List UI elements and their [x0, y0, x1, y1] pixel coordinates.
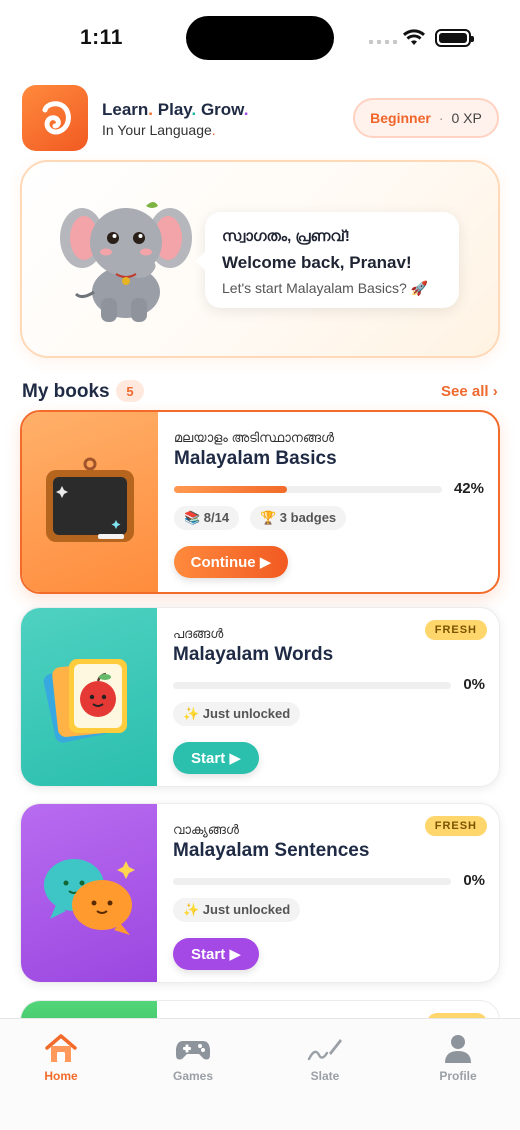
tab-games[interactable]: Games	[148, 1033, 238, 1103]
greeting-prompt: Let's start Malayalam Basics? 🚀	[222, 280, 429, 296]
lessons-chip: 📚 8/14	[174, 506, 240, 530]
xp-label: 0 XP	[451, 110, 482, 126]
badges-chip: 🏆 3 badges	[250, 506, 347, 530]
logo-glyph-icon	[42, 101, 71, 135]
speech-bubbles-icon	[44, 859, 135, 935]
greeting-english: Welcome back, Pranav!	[222, 253, 412, 272]
level-label: Beginner	[370, 110, 431, 126]
books-count-badge: 5	[116, 380, 144, 402]
book-card-malayalam-words[interactable]: FRESH പദങ്ങൾ Malayalam Words 0% ✨ Just u…	[20, 607, 500, 787]
welcome-card: സ്വാഗതം, പ്രണവ്! Welcome back, Pranav! L…	[20, 160, 500, 358]
book-progress-percent: 42%	[453, 480, 484, 497]
book-progress-percent: 0%	[463, 872, 485, 889]
battery-icon	[435, 29, 474, 47]
book-title: Malayalam Basics	[174, 448, 337, 469]
tab-label: Profile	[439, 1069, 477, 1083]
book-progress-track	[173, 682, 451, 689]
start-button[interactable]: Start ▶	[173, 742, 259, 774]
person-icon	[445, 1035, 471, 1063]
book-cover-words	[21, 608, 157, 786]
book-title: Malayalam Sentences	[173, 840, 370, 861]
see-all-link[interactable]: See all ›	[441, 383, 498, 400]
book-progress-track	[174, 486, 442, 493]
book-cover-sentences	[21, 804, 157, 982]
book-title-ml: മലയാളം അടിസ്ഥാനങ്ങൾ	[174, 430, 335, 445]
chalkboard-icon	[46, 457, 134, 542]
wifi-icon	[403, 29, 425, 45]
greeting-malayalam: സ്വാഗതം, പ്രണവ്!	[222, 228, 350, 245]
gamepad-icon	[176, 1041, 210, 1060]
tab-label: Home	[44, 1069, 78, 1083]
book-title-ml: വാക്യങ്ങൾ	[173, 822, 239, 837]
app-tagline: Learn. Play. Grow.	[102, 100, 249, 119]
book-progress-track	[173, 878, 451, 885]
book-title: Malayalam Words	[173, 644, 334, 665]
unlocked-chip: ✨ Just unlocked	[173, 702, 301, 726]
unlocked-chip: ✨ Just unlocked	[173, 898, 301, 922]
level-separator: ·	[438, 110, 444, 126]
tab-profile[interactable]: Profile	[413, 1033, 503, 1103]
level-xp-pill[interactable]: Beginner · 0 XP	[353, 98, 499, 138]
continue-button[interactable]: Continue ▶	[174, 546, 288, 578]
fresh-badge: FRESH	[424, 620, 487, 640]
book-card-malayalam-sentences[interactable]: FRESH വാക്യങ്ങൾ Malayalam Sentences 0% ✨…	[20, 803, 500, 983]
book-progress-fill	[174, 486, 287, 493]
book-cover-basics	[22, 412, 158, 592]
status-time: 1:11	[80, 26, 123, 49]
fresh-badge: FRESH	[424, 816, 487, 836]
start-button[interactable]: Start ▶	[173, 938, 259, 970]
app-logo	[22, 85, 88, 151]
welcome-speech-bubble: സ്വാഗതം, പ്രണവ്! Welcome back, Pranav! L…	[195, 212, 459, 308]
book-title-ml: പദങ്ങൾ	[173, 626, 224, 641]
signal-icon	[369, 40, 397, 44]
status-bar: 1:11	[0, 0, 520, 76]
bottom-tab-bar: Home Games Slate Profile	[0, 1018, 520, 1130]
tab-label: Slate	[310, 1069, 340, 1083]
home-icon	[45, 1034, 77, 1062]
pen-icon	[307, 1039, 342, 1061]
my-books-heading: My books	[22, 381, 110, 402]
tab-home[interactable]: Home	[16, 1033, 106, 1103]
apple-flashcards-icon	[43, 659, 127, 743]
elephant-mascot-icon	[60, 202, 192, 322]
book-card-malayalam-basics[interactable]: മലയാളം അടിസ്ഥാനങ്ങൾ Malayalam Basics 42%…	[20, 410, 500, 594]
tab-label: Games	[172, 1069, 214, 1083]
app-subtagline: In Your Language.	[102, 122, 216, 138]
tab-slate[interactable]: Slate	[280, 1033, 370, 1103]
dynamic-island	[186, 16, 334, 60]
book-progress-percent: 0%	[463, 676, 485, 693]
